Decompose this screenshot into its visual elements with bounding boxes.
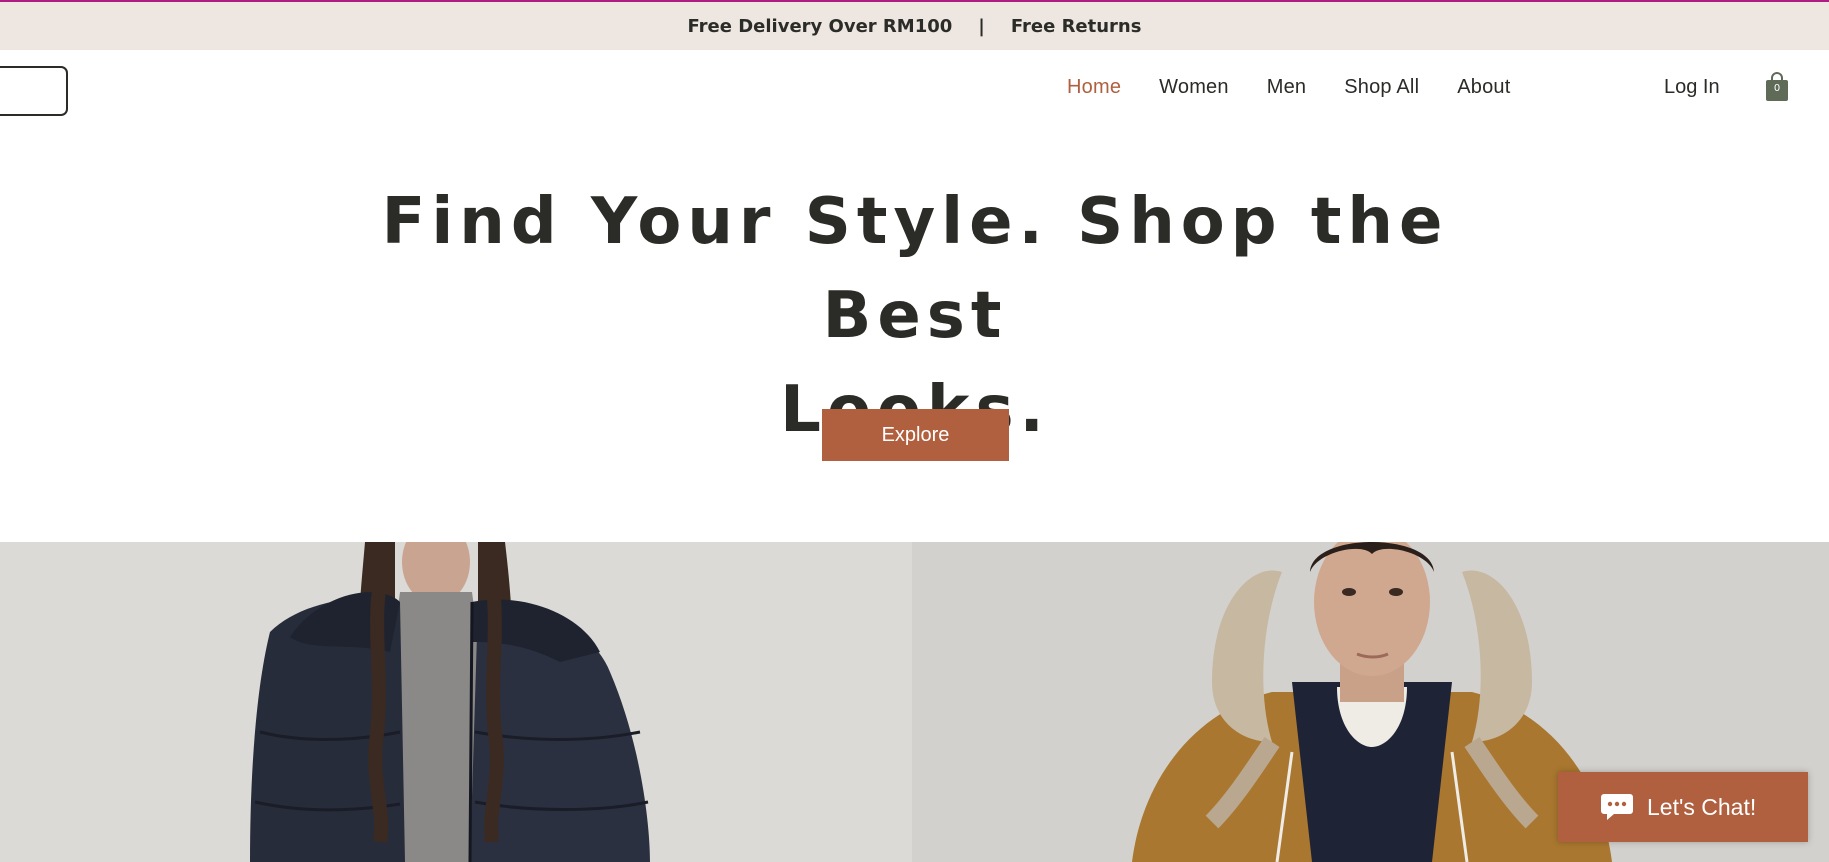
nav-item-women[interactable]: Women [1159,76,1229,99]
main-nav: Home Women Men Shop All About [1067,76,1548,99]
explore-button[interactable]: Explore [822,409,1009,461]
announcement-separator: | [978,15,985,37]
nav-item-men[interactable]: Men [1267,76,1307,99]
nav-item-about[interactable]: About [1457,76,1510,99]
login-link[interactable]: Log In [1664,76,1720,99]
announcement-free-returns: Free Returns [1010,15,1142,37]
chat-widget-button[interactable]: Let's Chat! [1558,772,1808,842]
women-collection-image[interactable] [0,542,912,862]
chat-label: Let's Chat! [1647,794,1757,820]
nav-item-shop-all[interactable]: Shop All [1344,76,1419,99]
site-logo[interactable] [0,66,68,116]
chat-bubble-icon [1601,794,1633,820]
announcement-bar: Free Delivery Over RM100 | Free Returns [0,0,1829,50]
announcement-free-delivery: Free Delivery Over RM100 [687,15,953,37]
woman-in-puffer-jacket-illustration [0,542,912,862]
announcement-content: Free Delivery Over RM100 | Free Returns [0,2,1829,50]
nav-item-home[interactable]: Home [1067,76,1121,99]
cart-button[interactable]: 0 [1764,72,1790,102]
site-header: Home Women Men Shop All About Log In 0 [0,50,1829,134]
hero-title-line1: Find Your Style. Shop the Best [381,185,1449,353]
cart-count: 0 [1773,83,1781,94]
